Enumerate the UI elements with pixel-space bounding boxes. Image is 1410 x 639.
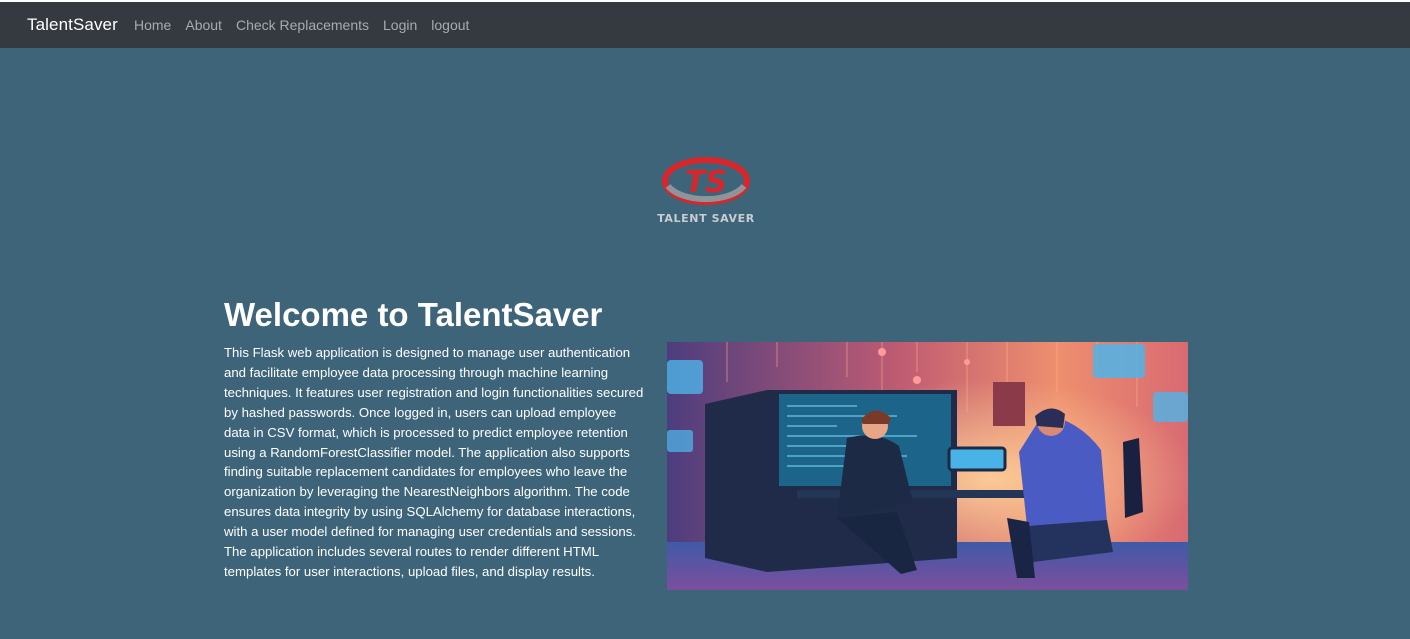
hero-illustration <box>667 342 1188 590</box>
app-description: This Flask web application is designed t… <box>224 345 644 579</box>
nav-links: Home About Check Replacements Login logo… <box>134 17 469 33</box>
nav-link-about[interactable]: About <box>185 17 222 33</box>
talent-saver-logo: TS TALENT SAVER <box>646 152 766 228</box>
navbar: TalentSaver Home About Check Replacement… <box>0 2 1410 48</box>
page-title: Welcome to TalentSaver <box>224 296 603 333</box>
logo-text: TALENT SAVER <box>657 212 755 225</box>
ts-monogram-icon: TS <box>662 157 750 205</box>
navbar-brand[interactable]: TalentSaver <box>27 15 118 35</box>
nav-link-login[interactable]: Login <box>383 17 417 33</box>
nav-link-logout[interactable]: logout <box>431 17 469 33</box>
nav-link-check-replacements[interactable]: Check Replacements <box>236 17 369 33</box>
nav-link-home[interactable]: Home <box>134 17 171 33</box>
logo-monogram: TS <box>685 165 727 200</box>
